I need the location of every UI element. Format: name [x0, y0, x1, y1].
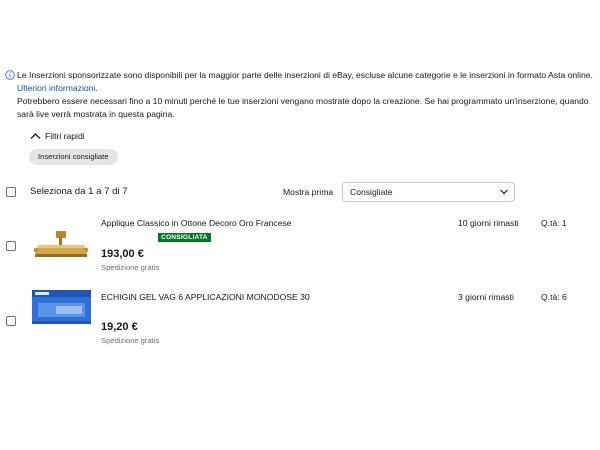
listing-thumbnail-brass-lamp[interactable]	[32, 229, 91, 264]
listing-title[interactable]: ECHIGIN GEL VAG 6 APPLICAZIONI MONODOSE …	[101, 292, 310, 302]
listing-shipping: Spedizione gratis	[101, 263, 160, 272]
recommended-badge: CONSIGLIATA	[158, 233, 211, 242]
listing-checkbox[interactable]	[6, 316, 16, 326]
select-all-checkbox[interactable]	[6, 187, 16, 197]
listing-quantity: Q.tà: 1	[541, 218, 567, 228]
quick-filters-toggle[interactable]: Filtri rapidi	[30, 131, 85, 141]
recommended-listings-chip[interactable]: Inserzioni consigliate	[29, 149, 118, 165]
listing-price: 193,00 €	[101, 248, 144, 260]
sort-dropdown[interactable]: Consigliate	[342, 182, 515, 202]
chevron-down-icon	[500, 189, 508, 195]
listing-title[interactable]: Applique Classico in Ottone Decoro Oro F…	[101, 218, 292, 228]
quick-filters-label: Filtri rapidi	[45, 131, 85, 141]
listing-quantity: Q.tà: 6	[541, 292, 567, 302]
notice-text-2: Potrebbero essere necessari fino a 10 mi…	[17, 96, 589, 119]
notice-text: Le Inserzioni sponsorizzate sono disponi…	[17, 70, 593, 80]
learn-more-link[interactable]: Ulteriori informazioni.	[17, 83, 98, 93]
listing-time-left: 10 giorni rimasti	[458, 218, 519, 228]
selection-count-label: Seleziona da 1 a 7 di 7	[30, 186, 128, 197]
sort-label: Mostra prima	[283, 187, 334, 197]
listing-price: 19,20 €	[101, 321, 138, 333]
chevron-up-icon	[30, 133, 41, 139]
listing-thumbnail-product-box[interactable]	[32, 290, 91, 324]
info-notice: Le Inserzioni sponsorizzate sono disponi…	[5, 69, 595, 121]
listing-checkbox[interactable]	[6, 241, 16, 251]
listing-time-left: 3 giorni rimasti	[458, 292, 514, 302]
sort-selected-value: Consigliate	[350, 187, 393, 197]
listing-shipping: Spedizione gratis	[101, 336, 160, 345]
info-icon	[5, 70, 15, 80]
